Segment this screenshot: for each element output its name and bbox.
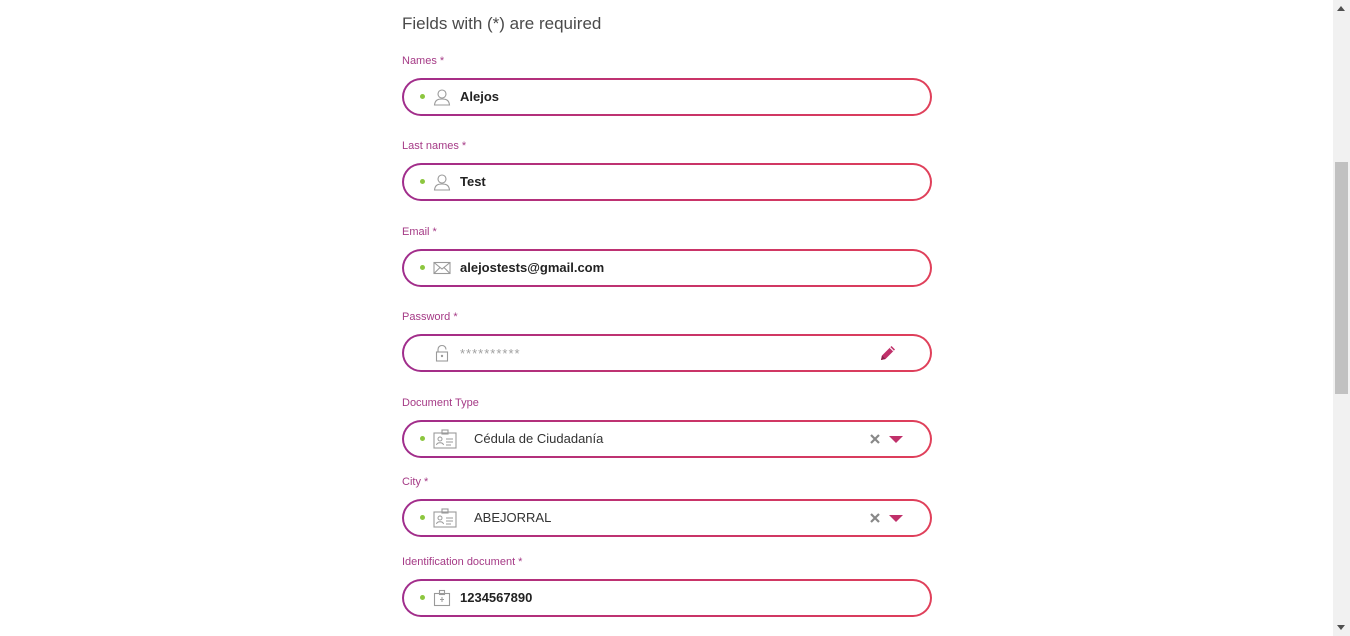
status-dot (420, 515, 425, 520)
envelope-icon (433, 261, 451, 275)
pencil-icon[interactable] (878, 343, 898, 363)
identification-document-label: Identification document * (402, 556, 523, 568)
status-dot (420, 436, 425, 441)
identification-document-field[interactable]: 1234567890 (402, 579, 932, 617)
document-type-label: Document Type (402, 397, 479, 409)
scroll-up-arrow-icon[interactable] (1337, 6, 1345, 11)
names-label: Names * (402, 55, 445, 67)
password-field[interactable]: ********** (402, 334, 932, 372)
last-names-input[interactable]: Test (460, 174, 486, 189)
document-type-wrapper[interactable]: Cédula de Ciudadanía (404, 422, 930, 456)
last-names-field[interactable]: Test (402, 163, 932, 201)
city-select[interactable]: ABEJORRAL (402, 499, 932, 537)
clear-icon[interactable] (868, 432, 882, 446)
required-fields-note: Fields with (*) are required (402, 14, 602, 33)
password-input-wrapper[interactable]: ********** (404, 336, 930, 370)
status-dot (420, 179, 425, 184)
names-input-wrapper[interactable]: Alejos (404, 80, 930, 114)
status-dot (420, 595, 425, 600)
id-card-icon (433, 429, 457, 449)
email-input-wrapper[interactable]: alejostests@gmail.com (404, 251, 930, 285)
identification-document-wrapper[interactable]: 1234567890 (404, 581, 930, 615)
email-field[interactable]: alejostests@gmail.com (402, 249, 932, 287)
last-names-label: Last names * (402, 140, 467, 152)
scroll-thumb[interactable] (1335, 162, 1348, 394)
vertical-scrollbar[interactable] (1333, 0, 1350, 636)
password-input[interactable]: ********** (460, 346, 521, 361)
user-icon (433, 89, 451, 106)
names-input[interactable]: Alejos (460, 89, 499, 104)
chevron-down-icon[interactable] (888, 435, 904, 444)
email-label: Email * (402, 226, 437, 238)
chevron-down-icon[interactable] (888, 514, 904, 523)
status-dot (420, 94, 425, 99)
city-label: City * (402, 476, 429, 488)
names-field[interactable]: Alejos (402, 78, 932, 116)
user-icon (433, 174, 451, 191)
identification-document-input[interactable]: 1234567890 (460, 590, 532, 605)
city-value[interactable]: ABEJORRAL (474, 510, 551, 525)
id-card-icon (433, 508, 457, 528)
registration-page: Fields with (*) are required Names * Ale… (0, 0, 1350, 636)
clear-icon[interactable] (868, 511, 882, 525)
password-label: Password * (402, 311, 458, 323)
last-names-input-wrapper[interactable]: Test (404, 165, 930, 199)
document-type-value[interactable]: Cédula de Ciudadanía (474, 431, 603, 446)
document-type-select[interactable]: Cédula de Ciudadanía (402, 420, 932, 458)
city-wrapper[interactable]: ABEJORRAL (404, 501, 930, 535)
lock-icon (435, 344, 449, 362)
email-input[interactable]: alejostests@gmail.com (460, 260, 604, 275)
badge-icon (433, 589, 451, 607)
status-dot (420, 265, 425, 270)
scroll-down-arrow-icon[interactable] (1337, 625, 1345, 630)
